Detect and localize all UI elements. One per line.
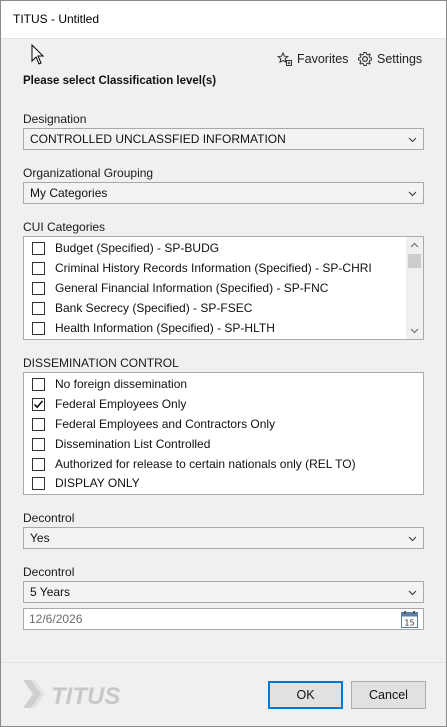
list-item[interactable]: Federal Employees and Contractors Only xyxy=(32,415,275,433)
checkbox[interactable] xyxy=(32,437,45,451)
list-item-label: Authorized for release to certain nation… xyxy=(55,457,356,471)
checkbox[interactable] xyxy=(32,301,45,315)
decontrol-dropdown[interactable]: Yes xyxy=(23,527,424,549)
checkbox[interactable] xyxy=(32,417,45,431)
gear-icon xyxy=(358,52,372,66)
list-item[interactable]: Federal Employees Only xyxy=(32,395,186,413)
favorites-link[interactable]: Favorites xyxy=(277,50,348,68)
decontrol-date-field[interactable]: 12/6/2026 15 xyxy=(23,608,424,630)
mouse-cursor-icon xyxy=(31,44,45,65)
calendar-day: 15 xyxy=(404,619,414,628)
chevron-down-icon xyxy=(408,536,417,542)
list-item[interactable]: Criminal History Records Information (Sp… xyxy=(32,259,372,277)
list-item-label: Budget (Specified) - SP-BUDG xyxy=(55,241,220,255)
checkbox[interactable] xyxy=(32,476,45,490)
list-item-label: Dissemination List Controlled xyxy=(55,437,211,451)
chevron-up-icon[interactable] xyxy=(410,241,419,250)
checkbox-checked[interactable] xyxy=(32,397,45,411)
designation-label: Designation xyxy=(23,112,87,126)
chevron-down-icon[interactable] xyxy=(410,326,419,335)
decontrol-date-value: 12/6/2026 xyxy=(29,612,83,626)
list-item-label: Federal Employees and Contractors Only xyxy=(55,417,276,431)
calendar-icon[interactable]: 15 xyxy=(401,611,418,628)
settings-label: Settings xyxy=(377,52,423,66)
org-grouping-label: Organizational Grouping xyxy=(23,166,154,180)
list-item-label: Criminal History Records Information (Sp… xyxy=(55,261,372,275)
list-item[interactable]: No foreign dissemination xyxy=(32,375,187,393)
list-item-label: Health Information (Specified) - SP-HLTH xyxy=(55,321,275,335)
checkbox[interactable] xyxy=(32,377,45,391)
org-grouping-value: My Categories xyxy=(30,186,108,200)
chevron-down-icon xyxy=(408,137,417,143)
dissemination-list[interactable]: No foreign dissemination Federal Employe… xyxy=(23,372,424,495)
list-item-label: Bank Secrecy (Specified) - SP-FSEC xyxy=(55,301,253,315)
org-grouping-dropdown[interactable]: My Categories xyxy=(23,182,424,204)
titus-dialog-window: TITUS - Untitled Favorites Settings Plea… xyxy=(0,0,447,727)
list-item-label: Federal Employees Only xyxy=(55,397,187,411)
dialog-footer: TITUS OK Cancel xyxy=(1,662,446,726)
decontrol-label: Decontrol xyxy=(23,511,75,525)
checkbox[interactable] xyxy=(32,261,45,275)
settings-link[interactable]: Settings xyxy=(357,50,422,68)
decontrol-period-dropdown[interactable]: 5 Years xyxy=(23,581,424,603)
logo-text: TITUS xyxy=(51,683,120,710)
list-item[interactable]: Bank Secrecy (Specified) - SP-FSEC xyxy=(32,299,252,317)
designation-value: CONTROLLED UNCLASSFIED INFORMATION xyxy=(30,132,286,146)
list-item[interactable]: Dissemination List Controlled xyxy=(32,435,210,453)
dissemination-label: DISSEMINATION CONTROL xyxy=(23,356,179,370)
list-item-label: No foreign dissemination xyxy=(55,377,188,391)
checkbox[interactable] xyxy=(32,457,45,471)
list-item[interactable]: General Financial Information (Specified… xyxy=(32,279,328,297)
favorites-label: Favorites xyxy=(297,52,349,66)
decontrol-period-value: 5 Years xyxy=(30,585,71,599)
ok-button[interactable]: OK xyxy=(268,681,343,709)
chevron-down-icon xyxy=(408,191,417,197)
checkbox[interactable] xyxy=(32,281,45,295)
window-title: TITUS - Untitled xyxy=(13,12,100,26)
designation-dropdown[interactable]: CONTROLLED UNCLASSFIED INFORMATION xyxy=(23,128,424,150)
checkbox[interactable] xyxy=(32,241,45,255)
list-item[interactable]: Authorized for release to certain nation… xyxy=(32,455,356,473)
checkbox[interactable] xyxy=(32,321,45,335)
list-item[interactable]: DISPLAY ONLY xyxy=(32,474,140,492)
checkmark-icon xyxy=(33,399,44,408)
list-item-label: DISPLAY ONLY xyxy=(55,476,140,490)
list-item[interactable]: Budget (Specified) - SP-BUDG xyxy=(32,239,219,257)
favorites-icon xyxy=(277,51,292,66)
chevron-down-icon xyxy=(408,590,417,596)
titus-logo: TITUS xyxy=(23,680,120,710)
dialog-content: Favorites Settings Please select Classif… xyxy=(1,39,446,662)
cui-categories-label: CUI Categories xyxy=(23,220,106,234)
title-bar[interactable]: TITUS - Untitled xyxy=(1,1,446,39)
page-subtitle: Please select Classification level(s) xyxy=(23,75,217,87)
list-item[interactable]: Health Information (Specified) - SP-HLTH xyxy=(32,319,275,337)
list-item-label: General Financial Information (Specified… xyxy=(55,281,329,295)
cancel-button[interactable]: Cancel xyxy=(351,681,426,709)
vertical-scrollbar[interactable] xyxy=(406,237,423,339)
scrollbar-thumb[interactable] xyxy=(408,254,421,268)
decontrol-period-label: Decontrol xyxy=(23,565,75,579)
decontrol-value: Yes xyxy=(30,531,50,545)
cui-categories-list[interactable]: Budget (Specified) - SP-BUDG Criminal Hi… xyxy=(23,236,424,340)
